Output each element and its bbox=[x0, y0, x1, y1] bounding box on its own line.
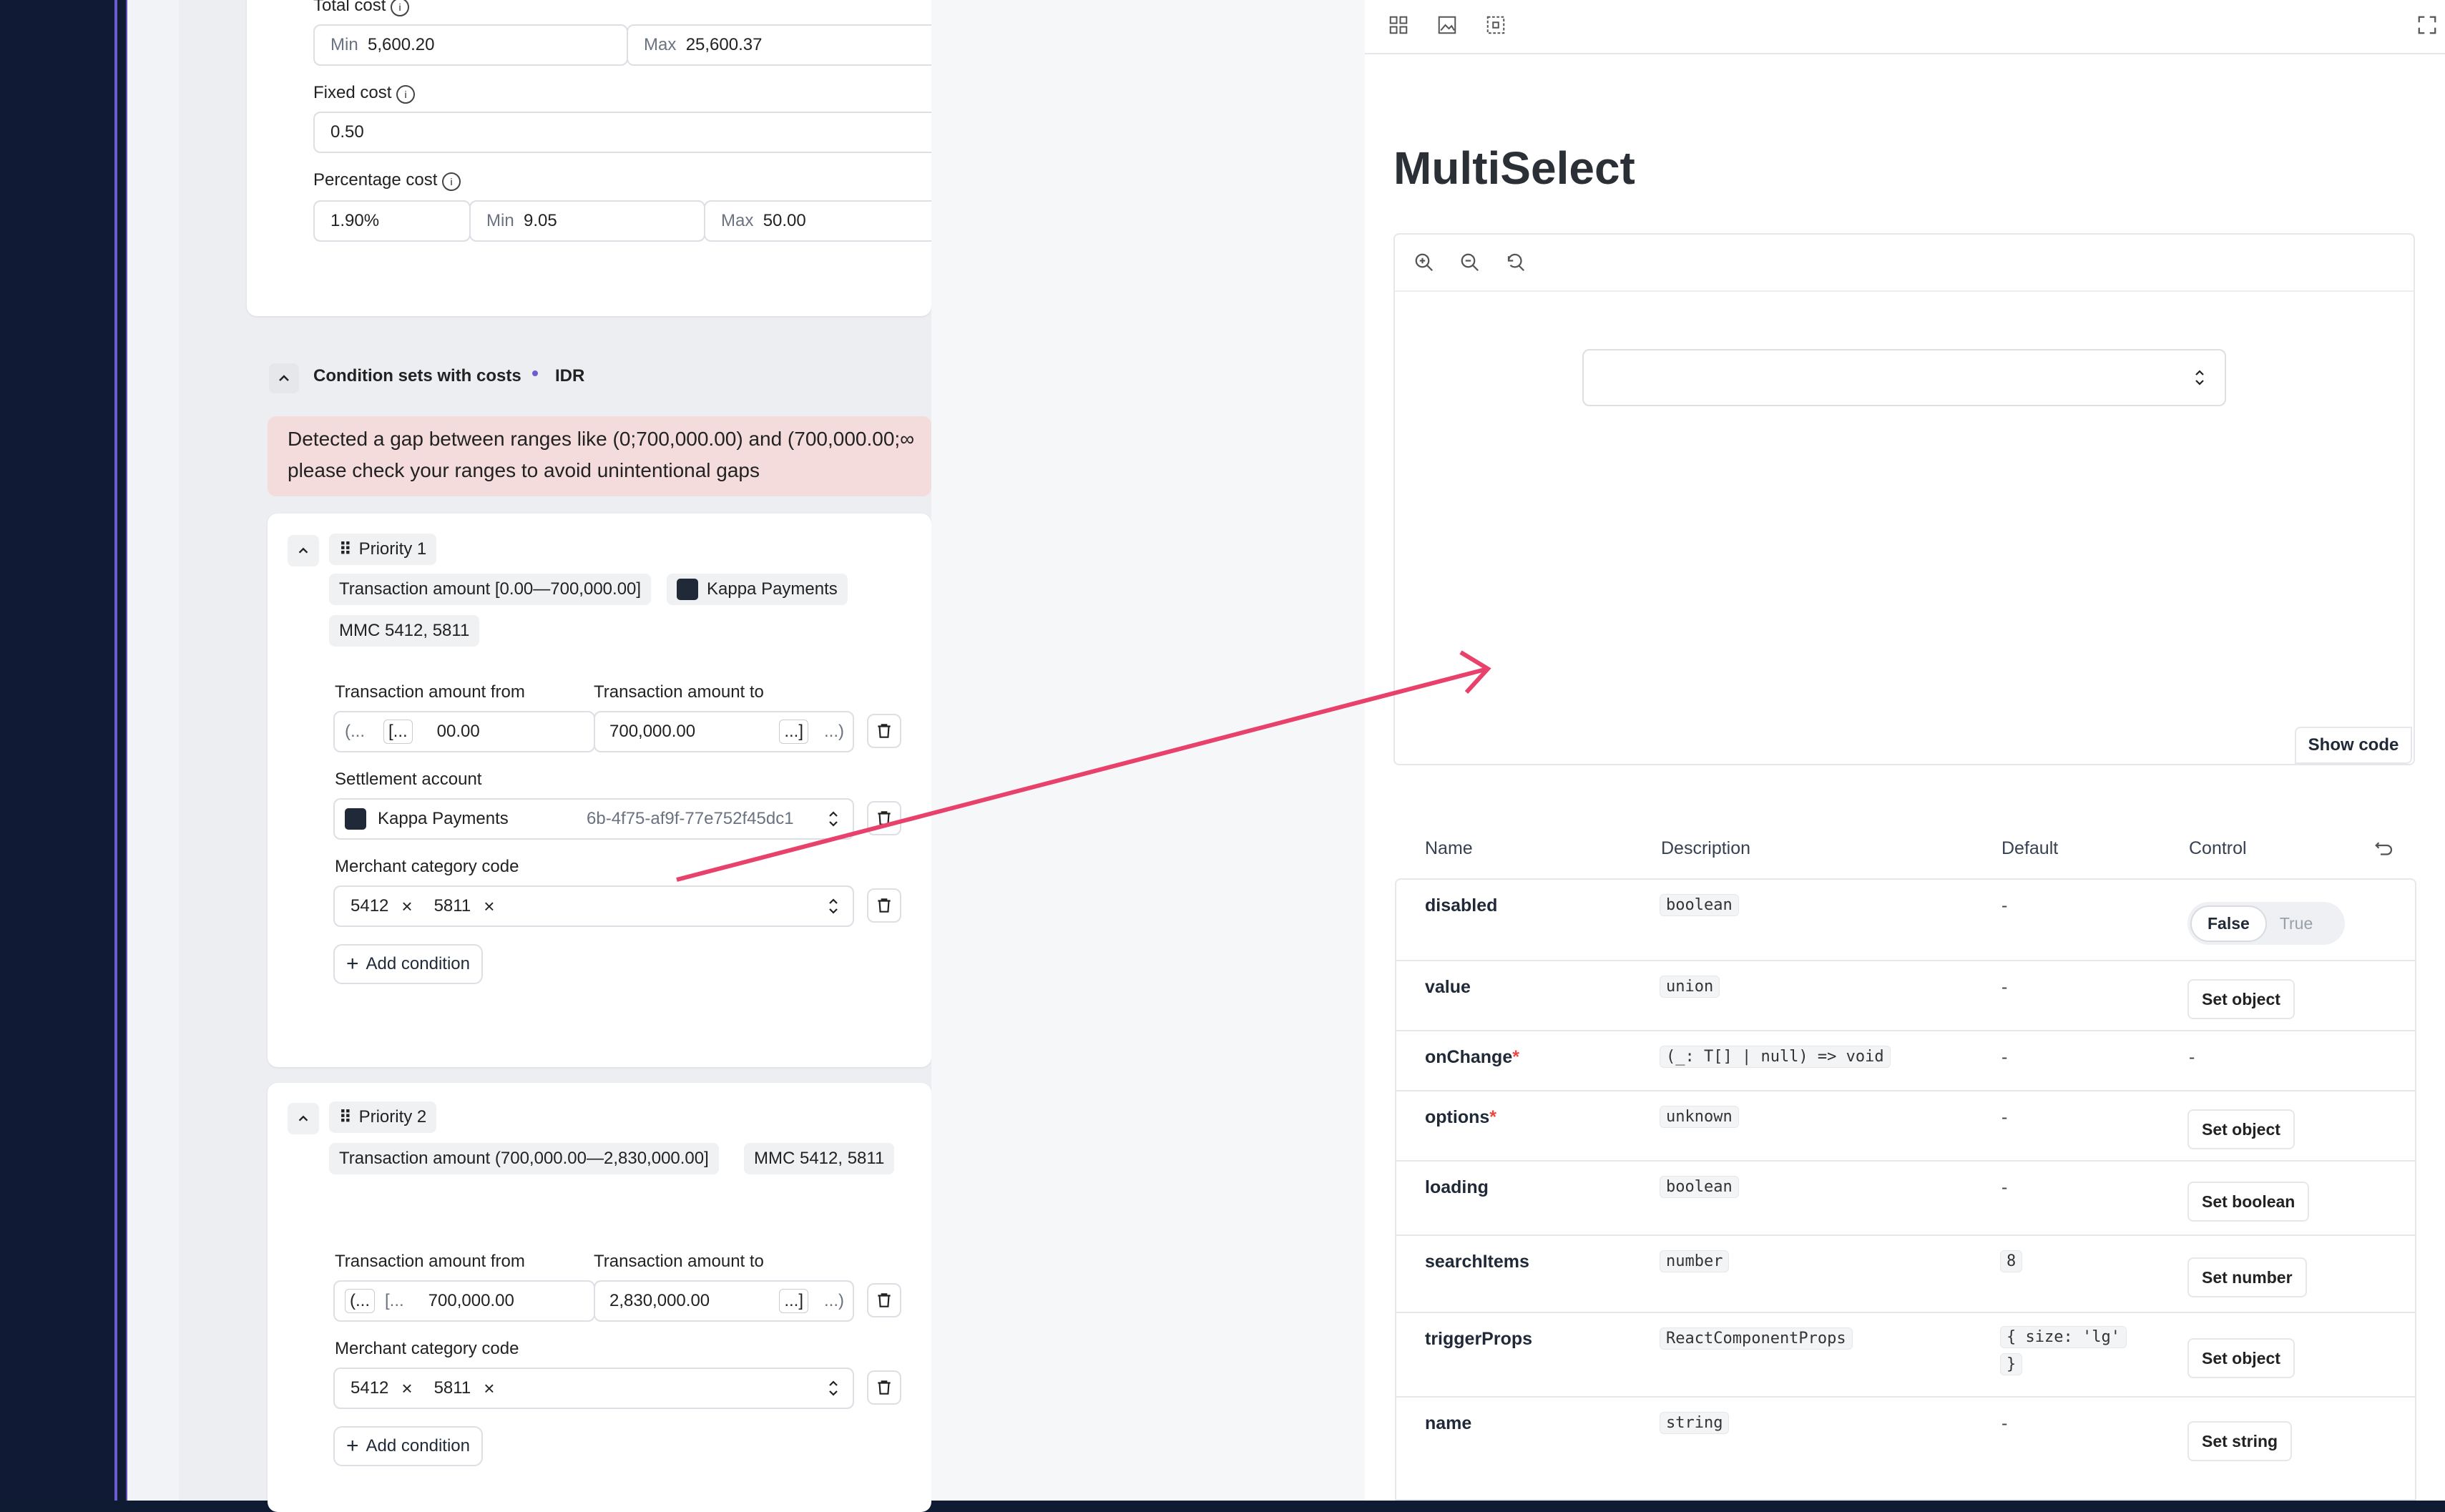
annotation-arrow bbox=[676, 650, 1491, 882]
